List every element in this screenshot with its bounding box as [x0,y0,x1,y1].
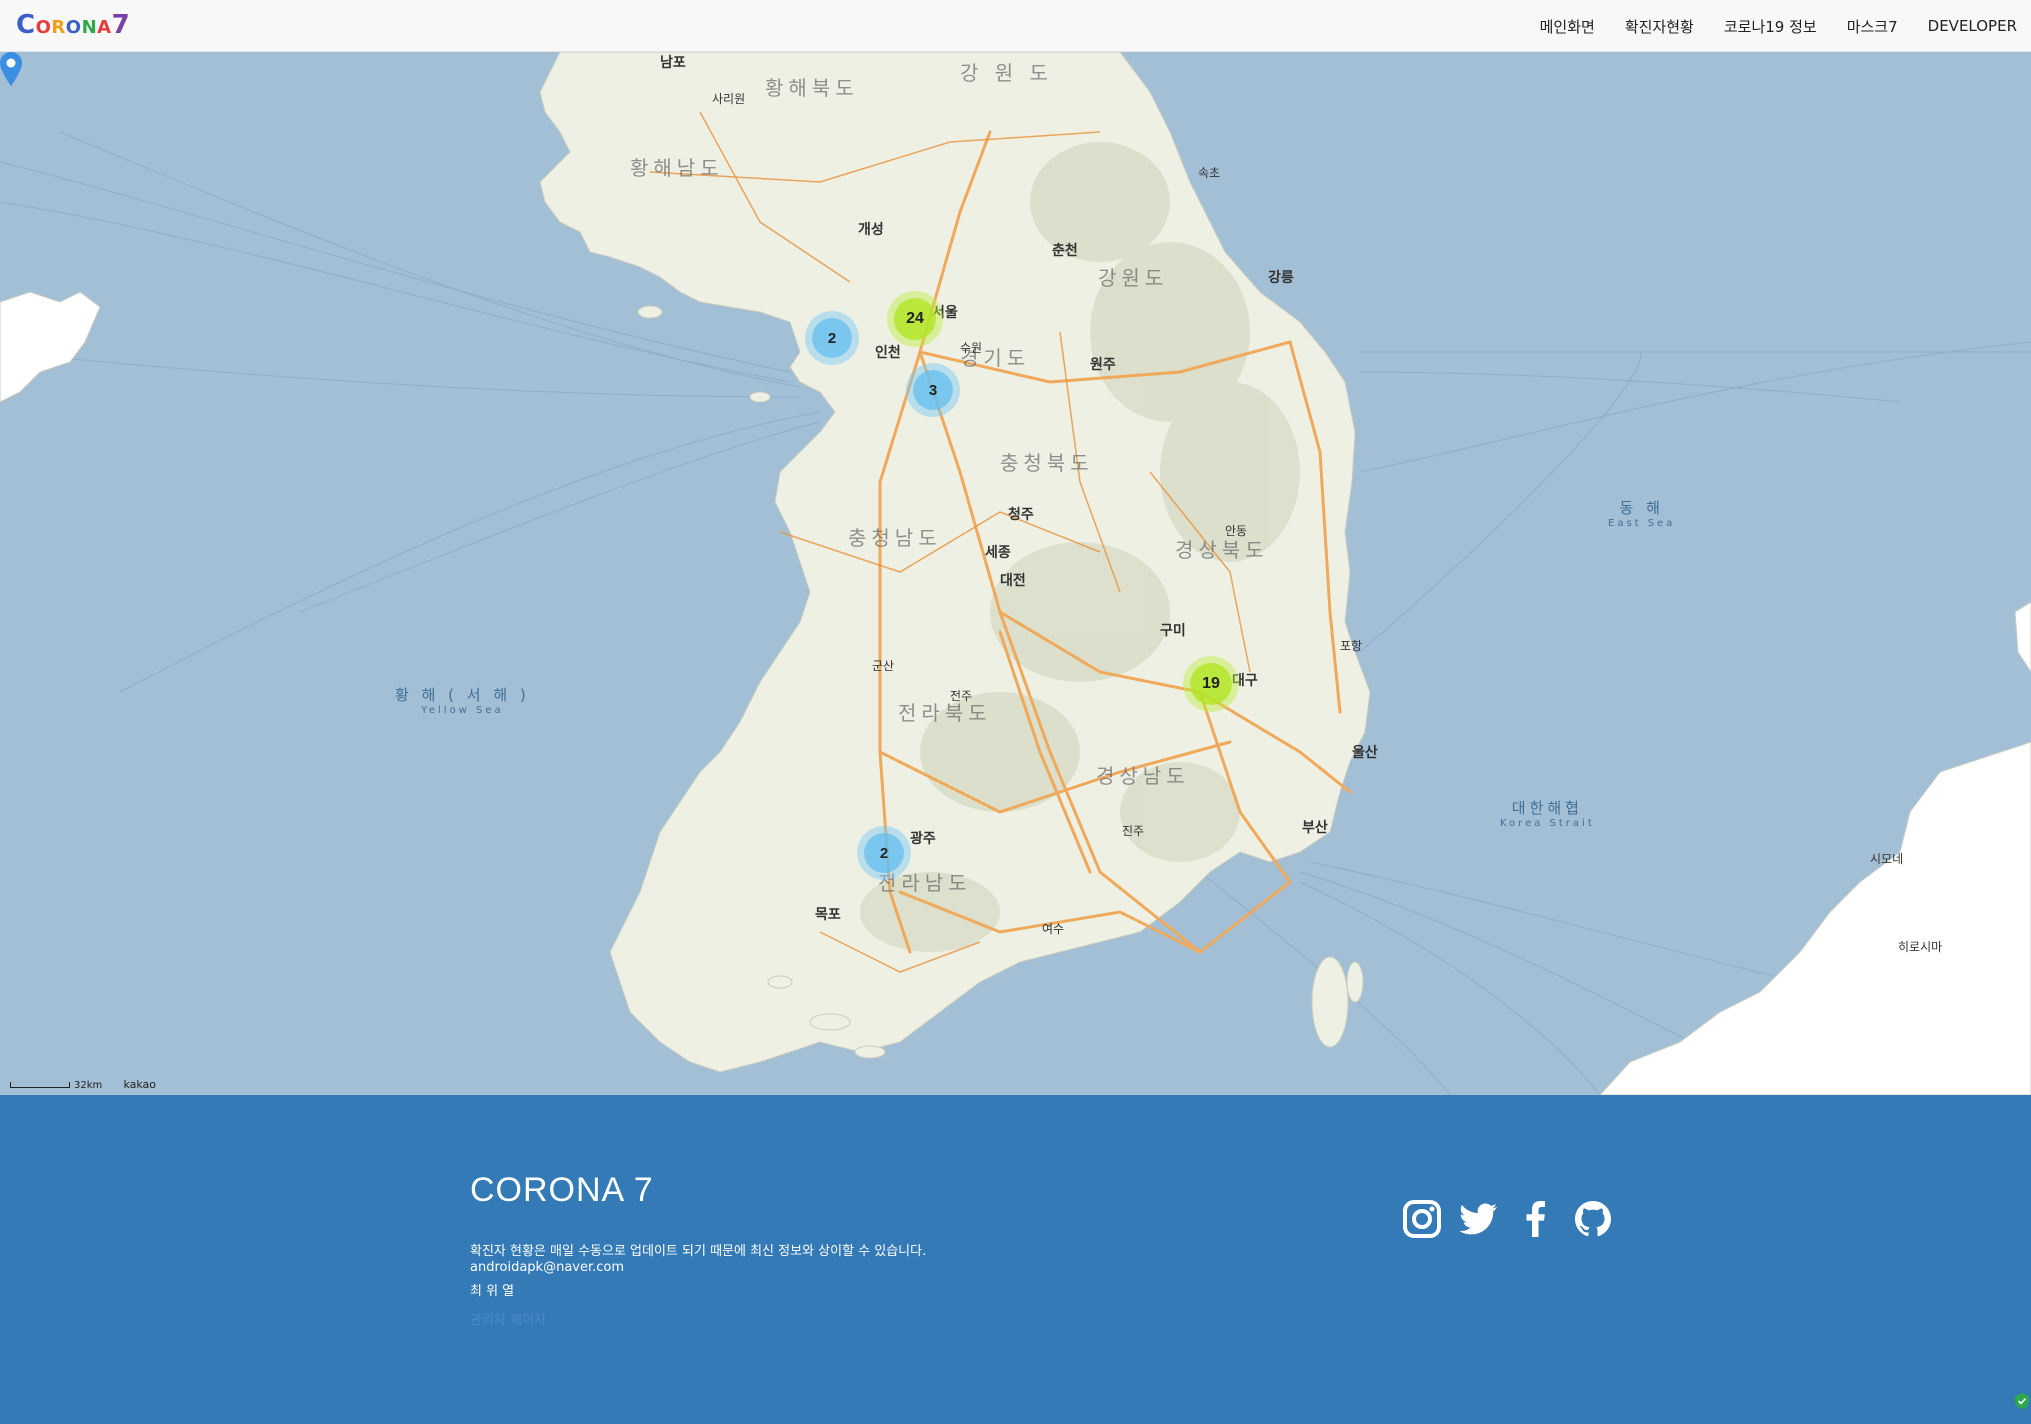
province-label: 전라남도 [878,871,972,895]
city-label: 여수 [1042,922,1065,936]
sea-name-en: Yellow Sea [421,705,504,716]
city-label: 남포 [660,55,686,71]
footer-notice: 확진자 현황은 매일 수동으로 업데이트 되기 때문에 최신 정보와 상이할 수… [470,1244,927,1259]
nav-mask7[interactable]: 마스크7 [1847,16,1898,37]
footer-title: CORONA 7 [470,1171,654,1209]
sea-name-en: East Sea [1608,518,1676,529]
cluster-marker[interactable]: 19 [1190,663,1232,705]
sea-name-en: Korea Strait [1500,818,1595,829]
map-provider-logo: kakao [123,1078,157,1091]
city-label: 안동 [1225,524,1248,538]
city-label: 진주 [1122,824,1145,838]
city-label: 부산 [1302,820,1328,836]
social-links [1402,1199,1630,1239]
cluster-marker[interactable]: 2 [864,833,904,873]
facebook-icon[interactable] [1516,1199,1556,1239]
province-label: 강원도 [1098,266,1169,290]
nav-main[interactable]: 메인화면 [1540,16,1595,37]
logo-letter: A [97,17,112,38]
top-navbar: CORONA7 메인화면 확진자현황 코로나19 정보 마스크7 DEVELOP… [0,0,2031,52]
cluster-marker[interactable]: 24 [894,298,936,340]
city-label: 목포 [815,907,841,923]
province-label: 황해북도 [765,76,859,100]
city-label: 대구 [1232,673,1258,689]
logo-letter: O [35,17,52,38]
kakao-map[interactable]: 황 해 ( 서 해 ) Yellow Sea 동 해 East Sea 대한해협 Ko… [0,52,2031,1095]
city-label: 인천 [875,345,901,361]
province-label: 강 원 도 [960,61,1053,85]
footer-email: androidapk@naver.com [470,1260,625,1275]
admin-page-link[interactable]: 관리자 페이지 [470,1309,546,1328]
city-label: 울산 [1352,745,1378,761]
logo-letter: O [65,17,82,38]
province-label: 경상남도 [1096,764,1190,788]
security-shield-icon [2015,1393,2029,1409]
city-label: 구미 [1160,623,1186,639]
city-label: 사리원 [712,92,746,106]
nav-corona-info[interactable]: 코로나19 정보 [1724,16,1817,37]
twitter-icon[interactable] [1459,1199,1499,1239]
province-label: 전라북도 [898,701,992,725]
logo-letter: C [16,10,36,40]
scale-label: 32km [74,1080,103,1091]
corona7-logo[interactable]: CORONA7 [16,10,130,40]
sea-name: 황 해 ( 서 해 ) [395,686,530,704]
cluster-marker[interactable]: 3 [913,370,953,410]
map-scale: 32km kakao [10,1078,156,1091]
sea-name: 대한해협 [1511,799,1583,817]
logo-letter: N [81,17,98,38]
city-label: 원주 [1090,357,1116,373]
city-label: 수원 [960,341,983,355]
province-label: 황해남도 [630,156,724,180]
province-label: 경상북도 [1175,538,1269,562]
city-label: 대전 [1000,573,1026,589]
city-label: 개성 [858,222,884,238]
nav-confirmed-status[interactable]: 확진자현황 [1625,16,1694,37]
nav-menu: 메인화면 확진자현황 코로나19 정보 마스크7 DEVELOPER [1510,0,2017,52]
city-label: 히로시마 [1898,940,1943,954]
footer-author: 최 위 열 [470,1284,515,1299]
sea-label-strait: 대한해협 Korea Strait [1500,797,1595,829]
instagram-icon[interactable] [1402,1199,1442,1239]
location-pin-icon[interactable] [0,52,22,86]
city-label: 강릉 [1268,270,1294,286]
city-label: 청주 [1008,507,1034,523]
footer: CORONA 7 확진자 현황은 매일 수동으로 업데이트 되기 때문에 최신 … [0,1095,2031,1424]
city-label: 광주 [910,831,936,847]
city-label: 속초 [1198,166,1221,180]
city-label: 세종 [985,545,1011,561]
city-label: 군산 [872,659,895,673]
sea-label-yellow: 황 해 ( 서 해 ) Yellow Sea [395,684,530,716]
province-label: 충청남도 [848,526,942,550]
sea-name: 동 해 [1619,499,1664,517]
province-label: 충청북도 [1000,451,1094,475]
logo-letter: 7 [111,10,131,40]
github-icon[interactable] [1573,1199,1613,1239]
city-label: 춘천 [1052,243,1078,259]
logo-letter: R [51,17,66,38]
sea-label-east: 동 해 East Sea [1608,497,1675,529]
city-label: 포항 [1340,639,1363,653]
scale-bar [10,1082,70,1088]
nav-developer[interactable]: DEVELOPER [1928,17,2017,35]
cluster-marker[interactable]: 2 [812,318,852,358]
city-label: 시모네 [1870,852,1904,866]
city-label: 전주 [950,689,973,703]
